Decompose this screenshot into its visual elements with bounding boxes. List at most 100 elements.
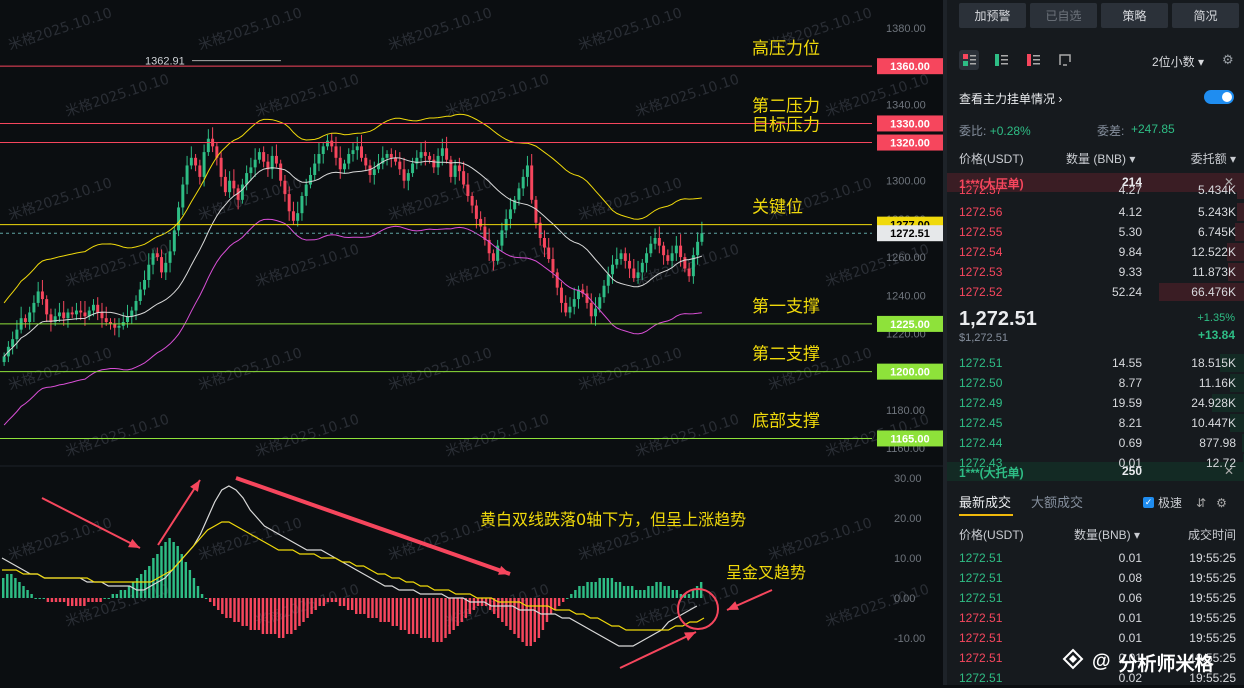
ask-row[interactable]: 1272.57 4.27 5.434K <box>947 180 1244 200</box>
level-note: 第二支撑 <box>752 345 820 365</box>
candle-body <box>470 196 474 206</box>
trade-row[interactable]: 1272.51 0.01 19:55:25 <box>947 608 1244 628</box>
trade-row[interactable]: 1272.51 0.08 19:55:25 <box>947 568 1244 588</box>
macd-histogram-bar <box>261 598 265 634</box>
macd-histogram-bar <box>407 598 411 634</box>
trade-row[interactable]: 1272.51 0.06 19:55:25 <box>947 588 1244 608</box>
row-total: 6.745K <box>1197 225 1236 239</box>
candle-body <box>325 140 329 147</box>
macd-histogram-bar <box>440 598 443 642</box>
macd-histogram-bar <box>671 590 674 598</box>
row-total: 19:55:25 <box>1189 631 1236 645</box>
macd-histogram-bar <box>363 598 366 614</box>
ask-row[interactable]: 1272.55 5.30 6.745K <box>947 222 1244 242</box>
candle-body <box>423 152 427 156</box>
gear-icon[interactable]: ⚙ <box>1222 52 1234 68</box>
candle-body <box>117 325 121 328</box>
trade-row[interactable]: 1272.51 0.01 19:55:25 <box>947 548 1244 568</box>
macd-histogram-bar <box>598 578 601 598</box>
main-orders-toggle[interactable] <box>1204 90 1234 104</box>
ask-row[interactable]: 1272.52 52.24 66.476K <box>947 282 1244 302</box>
row-price: 1272.57 <box>959 183 1003 197</box>
macd-histogram-bar <box>127 586 131 598</box>
candle-body <box>15 329 19 340</box>
ob-header-total[interactable]: 委托额 ▾ <box>1191 150 1236 167</box>
bid-row[interactable]: 1272.44 0.69 877.98 <box>947 433 1244 453</box>
macd-histogram-bar <box>233 598 236 622</box>
trades-header-qty[interactable]: 数量(BNB) ▾ <box>1074 526 1140 543</box>
overview-button[interactable]: 简况 <box>1172 3 1239 28</box>
ask-row[interactable]: 1272.53 9.33 11.873K <box>947 262 1244 282</box>
depth-bar <box>1235 223 1244 241</box>
ob-header-qty[interactable]: 数量 (BNB) ▾ <box>1066 150 1135 167</box>
row-qty: 0.01 <box>1118 456 1142 470</box>
candle-body <box>406 173 410 181</box>
macd-histogram-bar <box>545 598 549 622</box>
chart-canvas[interactable]: 米格2025.10.10 米格2025.10.10 米格2025.10.10 米格20… <box>0 0 945 685</box>
filter-icon[interactable]: ⇵ <box>1196 496 1206 510</box>
speed-toggle[interactable]: ✓ 极速 ⇵ ⚙ <box>1143 494 1227 511</box>
watermark-text: 米格2025.10.10 <box>63 242 171 291</box>
settings-icon[interactable]: ⚙ <box>1216 496 1227 510</box>
bids-view-icon[interactable] <box>991 50 1011 70</box>
candle-body <box>164 262 168 273</box>
main-orders-label: 查看主力挂单情况 <box>959 92 1056 106</box>
ask-row[interactable]: 1272.56 4.12 5.243K <box>947 202 1244 222</box>
macd-histogram-bar <box>513 598 516 634</box>
macd-histogram-bar <box>659 582 662 598</box>
macd-histogram-bar <box>574 590 577 598</box>
annotation-arrow <box>619 631 697 669</box>
ask-row[interactable]: 1272.54 9.84 12.522K <box>947 242 1244 262</box>
add-alert-button[interactable]: 加预警 <box>959 3 1026 28</box>
candle-body <box>559 287 563 303</box>
candle-body <box>551 259 555 273</box>
trades-view-icon[interactable] <box>1055 50 1075 70</box>
bid-row[interactable]: 1272.49 19.59 24.928K <box>947 393 1244 413</box>
candle-body <box>355 146 359 151</box>
checkbox-icon[interactable]: ✓ <box>1143 497 1154 508</box>
tab-latest-trades[interactable]: 最新成交 <box>959 492 1011 511</box>
watermark-text: 米格2025.10.10 <box>443 72 551 121</box>
macd-histogram-bar <box>107 598 110 599</box>
row-price: 1272.51 <box>959 551 1003 565</box>
tab-large-trades[interactable]: 大额成交 <box>1031 492 1083 511</box>
macd-histogram-bar <box>103 598 106 599</box>
main-orders-row[interactable]: 查看主力挂单情况 › <box>959 90 1234 107</box>
candle-body <box>257 152 261 160</box>
macd-histogram-bar <box>594 582 597 598</box>
watchlist-button[interactable]: 已自选 <box>1030 3 1097 28</box>
level-note: 第二压力 <box>752 96 820 116</box>
row-price: 1272.56 <box>959 205 1003 219</box>
candle-body <box>602 285 606 298</box>
trade-row[interactable]: 1272.51 0.01 19:55:25 <box>947 628 1244 648</box>
macd-histogram-bar <box>635 590 638 598</box>
macd-histogram-bar <box>160 546 163 598</box>
candle-body <box>274 155 278 164</box>
row-total: 5.434K <box>1197 183 1236 197</box>
macd-histogram-bar <box>691 590 695 598</box>
row-qty: 8.77 <box>1118 376 1142 390</box>
macd-histogram-bar <box>529 598 532 646</box>
row-qty: 9.33 <box>1118 265 1142 279</box>
bid-row[interactable]: 1272.45 8.21 10.447K <box>947 413 1244 433</box>
both-sides-view-icon[interactable] <box>959 50 979 70</box>
bid-row[interactable]: 1272.43 0.01 12.72 <box>947 453 1244 473</box>
level-price-label: 1320.00 <box>890 138 930 150</box>
precision-select[interactable]: 2位小数 ▾ <box>1152 53 1204 70</box>
candle-body <box>389 154 393 158</box>
macd-histogram-bar <box>338 598 342 606</box>
candle-body <box>542 238 546 248</box>
macd-histogram-bar <box>606 578 610 598</box>
bid-row[interactable]: 1272.50 8.77 11.16K <box>947 373 1244 393</box>
commission-row: 委比: +0.28% 委差: +247.85 <box>959 122 1234 139</box>
bid-row[interactable]: 1272.51 14.55 18.515K <box>947 353 1244 373</box>
asks-view-icon[interactable] <box>1023 50 1043 70</box>
candle-body <box>223 176 227 193</box>
strategy-button[interactable]: 策略 <box>1101 3 1168 28</box>
row-price: 1272.51 <box>959 356 1003 370</box>
macd-histogram-bar <box>655 582 658 598</box>
watermark-text: 米格2025.10.10 <box>633 72 741 121</box>
candle-body <box>479 218 483 227</box>
candle-body <box>240 184 244 200</box>
price-chart[interactable]: 米格2025.10.10 米格2025.10.10 米格2025.10.10 米格20… <box>0 0 945 685</box>
